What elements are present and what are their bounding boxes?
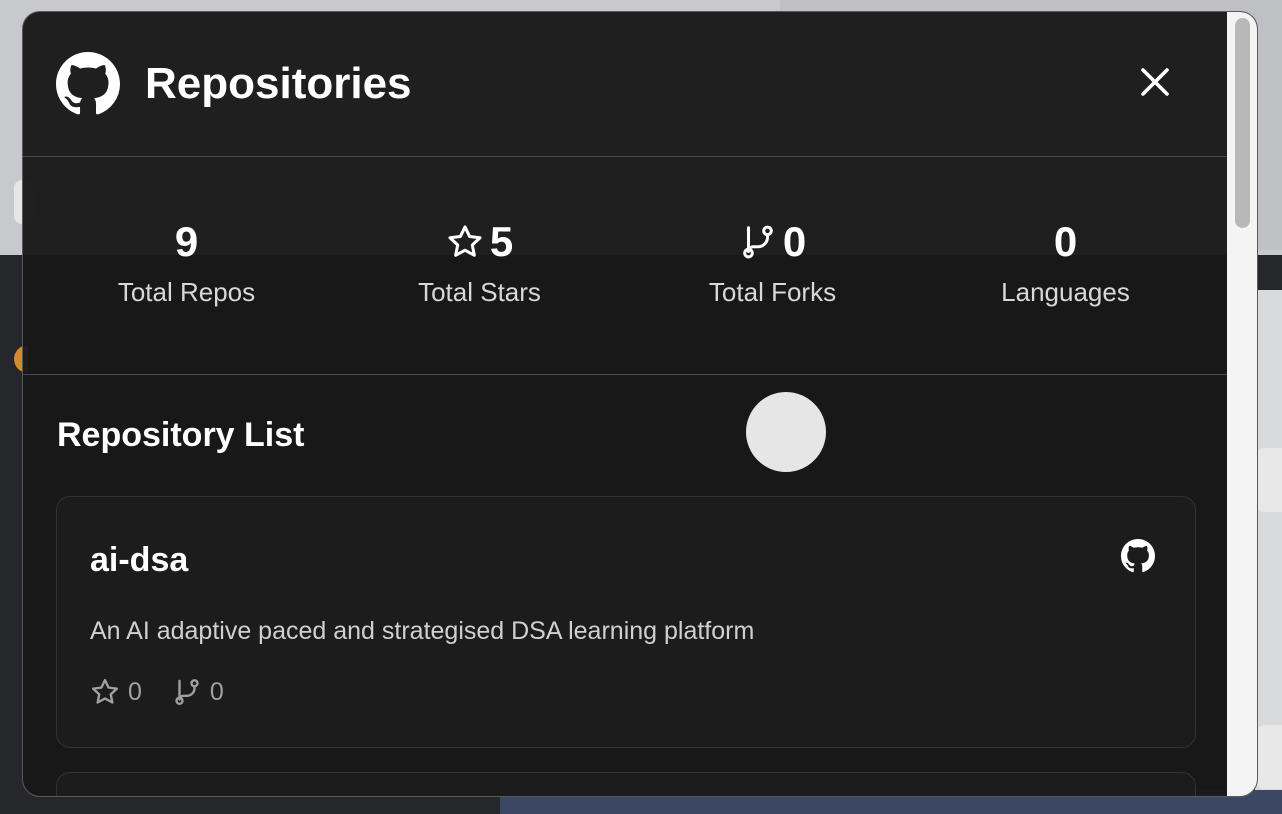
repositories-modal: Repositories 9 Total Repos 5 Total Stars… <box>22 11 1258 797</box>
loading-spinner <box>746 392 826 472</box>
repo-description: An AI adaptive paced and strategised DSA… <box>90 617 755 645</box>
repo-forks: 0 <box>172 677 224 707</box>
repo-card[interactable] <box>56 772 1196 796</box>
stat-label: Total Repos <box>117 277 256 307</box>
stat-value: 0 <box>1053 218 1078 265</box>
stat-total-repos: 9 Total Repos <box>40 217 333 307</box>
repo-stars: 0 <box>90 677 142 707</box>
background-right-tab-1 <box>1255 448 1282 512</box>
star-icon <box>448 225 482 257</box>
star-icon <box>91 678 119 704</box>
stats-row: 9 Total Repos 5 Total Stars 0 Total Fork… <box>23 157 1229 375</box>
stat-label: Total Forks <box>708 277 837 307</box>
github-link-icon[interactable] <box>1121 539 1155 573</box>
repo-stars-count: 0 <box>128 677 142 706</box>
modal-title: Repositories <box>145 59 412 108</box>
repo-meta: 0 0 <box>90 677 224 707</box>
stat-languages: 0 Languages <box>919 217 1212 307</box>
repo-forks-count: 0 <box>209 677 224 706</box>
repo-card[interactable]: ai-dsa An AI adaptive paced and strategi… <box>56 496 1196 748</box>
repository-list-title: Repository List <box>57 416 305 454</box>
scrollbar[interactable] <box>1227 12 1257 796</box>
stat-value: 0 <box>782 218 807 265</box>
stat-label: Languages <box>1001 277 1130 307</box>
close-button[interactable] <box>1135 62 1175 102</box>
background-right-tab-2 <box>1255 725 1282 789</box>
modal-header: Repositories <box>23 12 1229 157</box>
stat-total-stars: 5 Total Stars <box>333 217 626 307</box>
stat-total-forks: 0 Total Forks <box>626 217 919 307</box>
fork-icon <box>175 679 199 705</box>
stat-value: 9 <box>174 218 199 265</box>
repo-name[interactable]: ai-dsa <box>90 541 188 580</box>
stat-value: 5 <box>489 218 514 265</box>
fork-icon <box>743 225 773 259</box>
stat-label: Total Stars <box>418 277 541 307</box>
scrollbar-thumb[interactable] <box>1235 18 1250 228</box>
modal-content: Repositories 9 Total Repos 5 Total Stars… <box>23 12 1229 796</box>
github-icon <box>56 52 120 115</box>
